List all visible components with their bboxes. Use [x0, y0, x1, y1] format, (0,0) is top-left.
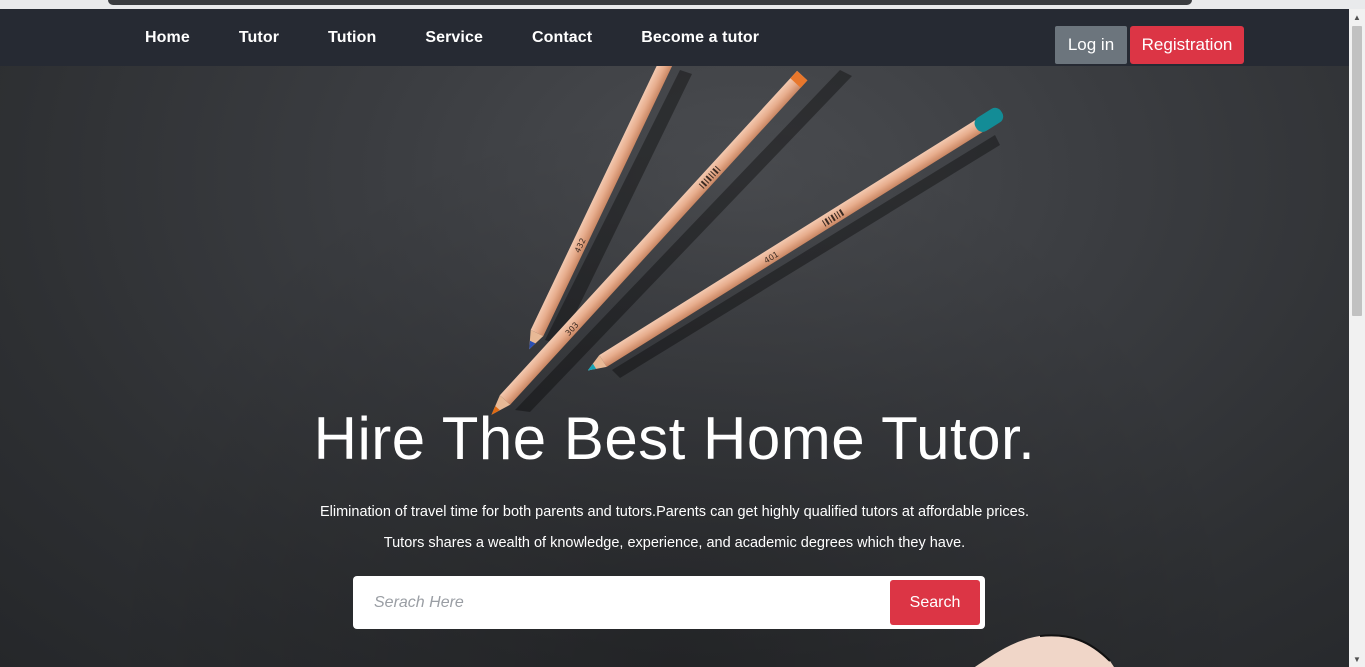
scroll-down-arrow-icon[interactable]: ▼ [1349, 651, 1365, 667]
navbar: Home Tutor Tution Service Contact Become… [0, 9, 1349, 66]
hero-description-line-2: Tutors shares a wealth of knowledge, exp… [383, 535, 966, 551]
login-button[interactable]: Log in [1055, 26, 1127, 64]
browser-toolbar [0, 0, 1365, 9]
nav-contact[interactable]: Contact [532, 29, 592, 47]
nav-tution[interactable]: Tution [328, 29, 376, 47]
nav-home[interactable]: Home [145, 29, 190, 47]
search-button[interactable]: Search [890, 580, 980, 625]
nav-become-a-tutor[interactable]: Become a tutor [641, 29, 759, 47]
hero-section: 432 303 401 [0, 9, 1349, 667]
search-input[interactable] [365, 584, 885, 621]
registration-button[interactable]: Registration [1130, 26, 1244, 64]
search-box: Search [353, 576, 985, 629]
page-scrollbar[interactable]: ▲ ▼ [1349, 9, 1365, 667]
scroll-thumb[interactable] [1352, 26, 1362, 316]
hero-headline: Hire The Best Home Tutor. [313, 405, 1036, 472]
nav-service[interactable]: Service [425, 29, 483, 47]
pencils-image: 432 303 401 [491, 59, 1004, 415]
scroll-up-arrow-icon[interactable]: ▲ [1349, 9, 1365, 25]
nav-links: Home Tutor Tution Service Contact Become… [145, 9, 808, 66]
nav-tutor[interactable]: Tutor [239, 29, 279, 47]
browser-address-bar[interactable] [108, 0, 1192, 5]
hero-description-line-1: Elimination of travel time for both pare… [319, 504, 1029, 520]
hand-image [974, 634, 1114, 667]
